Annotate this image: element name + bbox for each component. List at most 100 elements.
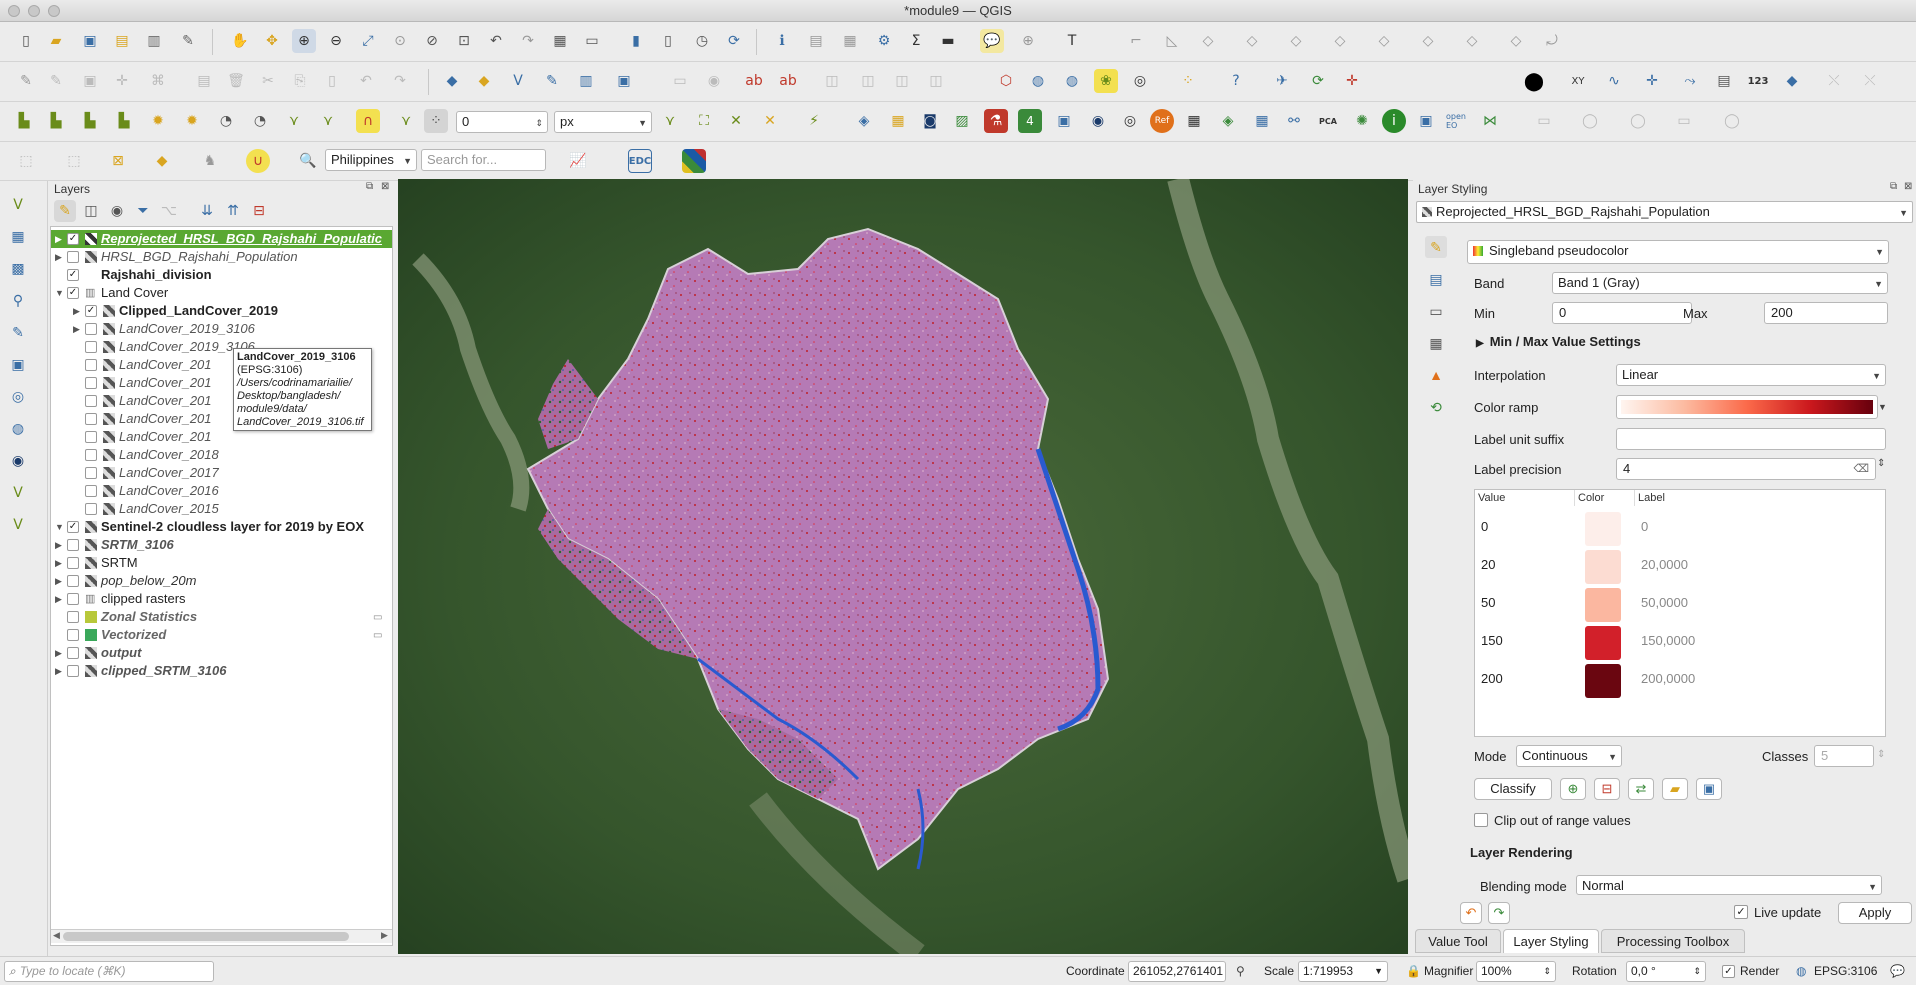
add-virtual-icon[interactable]: V [6,481,30,505]
layer-row[interactable]: LandCover_2016 [51,482,392,500]
plugin-gray-6-icon[interactable]: ▭ [1672,109,1696,133]
label-tool-icon[interactable]: ▭ [668,69,692,93]
label-pin-icon[interactable]: ◉ [702,69,726,93]
tab-layer-styling[interactable]: Layer Styling [1503,929,1599,953]
expand-all-icon[interactable]: ⇊ [196,200,218,222]
undo-icon[interactable]: ↶ [354,69,378,93]
render-checkbox[interactable]: ✓ [1722,965,1735,978]
layer-row[interactable]: ▶ clipped_SRTM_3106 [51,662,392,680]
collapse-all-icon[interactable]: ⇈ [222,200,244,222]
snapping-tolerance-input[interactable]: 0 ⇕ [456,111,548,133]
vector-tool-6-icon[interactable]: ✹ [180,109,204,133]
plugin-gray-7-icon[interactable]: ◯ [1720,109,1744,133]
classes-stepper-icon[interactable]: ⇕ [1877,749,1885,760]
plugin-ruler-icon[interactable]: ▤ [1712,69,1736,93]
new-project-icon[interactable]: ▯ [14,29,38,53]
layer-row[interactable]: ▶ ✓ Reprojected_HRSL_BGD_Rajshahi_Popula… [51,230,392,248]
table-row[interactable]: 200 200,0000 [1475,660,1885,698]
save-colors-icon[interactable]: ▣ [1696,778,1722,800]
classes-count-input[interactable]: 5 [1814,745,1874,767]
add-mesh-icon[interactable]: ▩ [6,257,30,281]
add-spatialite-icon[interactable]: ✎ [6,321,30,345]
pan-map-icon[interactable]: ✋ [228,29,252,53]
plugin-layers-icon[interactable]: ▣ [1052,109,1076,133]
zoom-in-icon[interactable]: ⊕ [292,29,316,53]
close-window-button[interactable] [8,5,20,17]
label-rotate-icon[interactable]: ◫ [856,69,880,93]
plugin-sun-icon[interactable]: ✺ [1350,109,1374,133]
vertex-tool-icon[interactable]: ⌘ [146,69,170,93]
new-shapefile-icon[interactable]: V [6,513,30,537]
select-value-icon[interactable]: ⬚ [62,149,86,173]
merge-features-icon[interactable]: ◇ [1504,29,1528,53]
fill-ring-icon[interactable]: ◇ [1372,29,1396,53]
tracing-icon[interactable]: ⛶ [692,109,716,133]
live-update-checkbox[interactable]: ✓ [1734,905,1748,919]
min-input[interactable]: 0 [1552,302,1692,324]
plugin-gray-2-icon[interactable]: ⤬ [1858,69,1882,93]
plugin-red-icon[interactable]: ⚗ [984,109,1008,133]
processing-toolbox-icon[interactable]: ⚙ [872,29,896,53]
plugin-123-icon[interactable]: 123 [1746,69,1770,93]
label-change-icon[interactable]: ◫ [890,69,914,93]
save-edits-icon[interactable]: ▣ [78,69,102,93]
self-snap-icon[interactable]: ✕ [724,109,748,133]
clip-out-of-range-checkbox[interactable] [1474,813,1488,827]
plugin-binoculars-icon[interactable]: ◎ [1128,69,1152,93]
refresh-icon[interactable]: ⟳ [722,29,746,53]
table-row[interactable]: 150 150,0000 [1475,622,1885,660]
add-class-icon[interactable]: ⊕ [1560,778,1586,800]
plugin-leaf-icon[interactable]: ❀ [1094,69,1118,93]
temporal-controller-icon[interactable]: ◷ [690,29,714,53]
rendering-tab-icon[interactable]: ▦ [1425,332,1447,354]
tab-processing-toolbox[interactable]: Processing Toolbox [1601,929,1745,953]
add-delimited-icon[interactable]: ⚲ [6,289,30,313]
new-bookmark-icon[interactable]: ▦ [548,29,572,53]
plugin-butterfly-icon[interactable]: ⋈ [1478,109,1502,133]
scrollbar-thumb[interactable] [63,932,349,941]
vector-tool-4-icon[interactable]: ▙ [112,109,136,133]
locate-input[interactable]: ⌕ Type to locate (⌘K) [4,961,214,982]
plugin-dark-icon[interactable]: ◙ [918,109,942,133]
vector-tool-9-icon[interactable]: ⋎ [282,109,306,133]
minimize-window-button[interactable] [28,5,40,17]
plugin-gray-1-icon[interactable]: ⤬ [1822,69,1846,93]
intersection-icon[interactable]: ✕ [758,109,782,133]
crs-globe-icon[interactable]: ◍ [1796,964,1806,978]
vector-tool-10-icon[interactable]: ⋎ [316,109,340,133]
plugin-4-icon[interactable]: 4 [1018,109,1042,133]
plugin-yellow-icon[interactable]: ∪ [246,149,270,173]
delete-ring-icon[interactable]: ◇ [1416,29,1440,53]
pan-to-selection-icon[interactable]: ✥ [260,29,284,53]
digitize-icon[interactable]: ⌐ [1124,29,1148,53]
plugin-gray-4-icon[interactable]: ◯ [1578,109,1602,133]
band-select[interactable]: Band 1 (Gray) ▼ [1552,272,1888,294]
apply-button[interactable]: Apply [1838,902,1912,924]
deselect-icon[interactable]: ⊠ [106,149,130,173]
histogram-tab-icon[interactable]: ▭ [1425,300,1447,322]
show-spatial-bookmarks-icon[interactable]: ▯ [656,29,680,53]
color-ramp-dropdown-icon[interactable]: ▼ [1878,395,1888,419]
zoom-window-button[interactable] [48,5,60,17]
scroll-right-icon[interactable]: ▶ [381,930,388,941]
layer-row[interactable]: ✓ Rajshahi_division [51,266,392,284]
minmax-settings-toggle[interactable]: ▶ Min / Max Value Settings [1476,334,1641,349]
add-point-icon[interactable]: ◇ [1196,29,1220,53]
zoom-native-icon[interactable]: ⊡ [452,29,476,53]
manage-themes-icon[interactable]: ◉ [106,200,128,222]
plugin-sat-icon[interactable]: ✈ [1270,69,1294,93]
save-project-icon[interactable]: ▣ [78,29,102,53]
styling-panel-float-icon[interactable]: ⧉ [1890,181,1897,192]
vector-tool-7-icon[interactable]: ◔ [214,109,238,133]
plugin-shape-icon[interactable]: ◆ [1780,69,1804,93]
plugin-refresh-icon[interactable]: ⟳ [1306,69,1330,93]
add-ring-icon[interactable]: ◇ [1328,29,1352,53]
map-canvas[interactable] [398,179,1408,954]
tab-value-tool[interactable]: Value Tool [1415,929,1501,953]
layout-manager-icon[interactable]: ▥ [142,29,166,53]
rotation-input[interactable]: 0,0 ° ⇕ [1626,961,1706,982]
crs-button[interactable]: EPSG:3106 [1814,964,1877,978]
redo-style-icon[interactable]: ↷ [1488,902,1510,924]
help-icon[interactable]: ? [1224,69,1248,93]
color-swatch[interactable] [1585,626,1621,660]
